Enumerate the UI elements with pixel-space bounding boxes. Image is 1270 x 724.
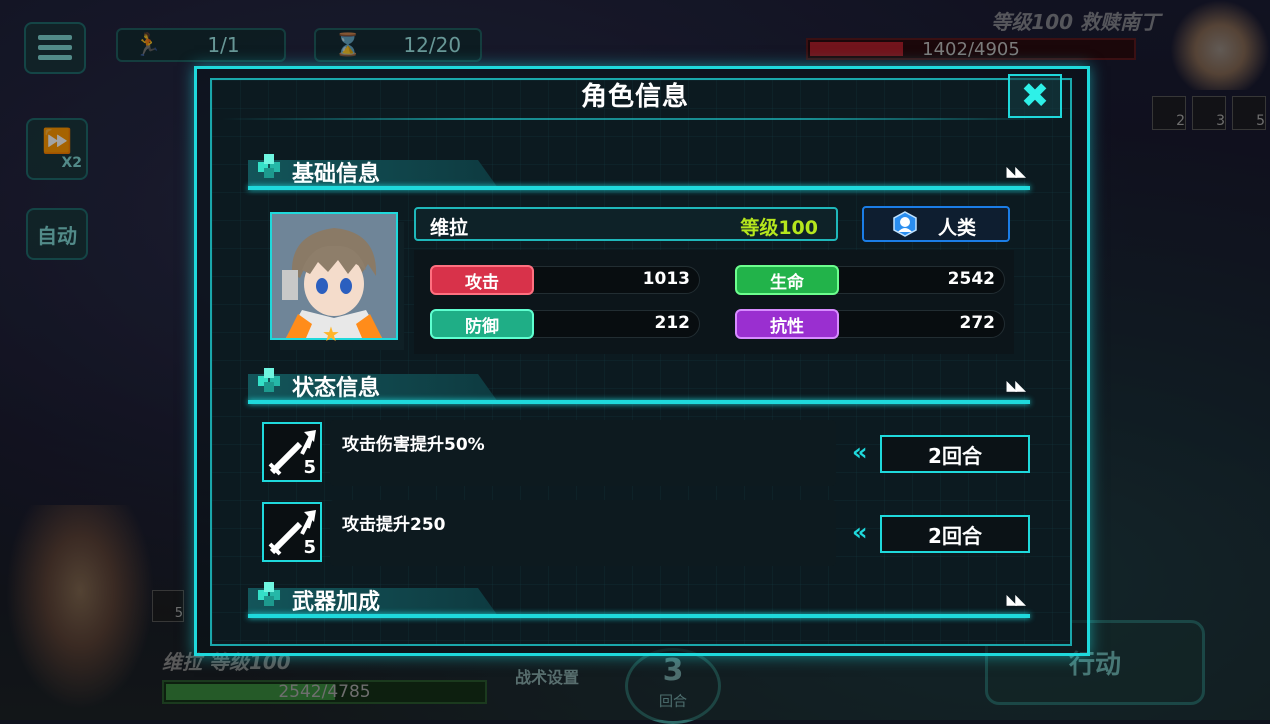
close-button[interactable]: ✖	[1008, 74, 1062, 118]
section-basic-info: 基础信息 ◣◣	[248, 150, 1030, 190]
stat-value: 2542	[947, 269, 995, 289]
human-race-icon	[893, 211, 917, 237]
stat-hp: 生命 2542	[735, 265, 1005, 295]
section-underline	[248, 400, 1030, 404]
section-underline	[248, 186, 1030, 190]
section-weapon-bonus: 武器加成 ◣◣	[248, 578, 1030, 618]
status-effect-row: 5 攻击提升250	[262, 500, 836, 566]
star-icon: ★	[322, 322, 340, 346]
character-name: 维拉	[430, 217, 469, 239]
cube-icon	[258, 368, 280, 392]
chevron-left-icon: «	[852, 438, 868, 466]
status-stack: 5	[303, 457, 316, 478]
status-description: 攻击提升250	[342, 515, 446, 535]
race-badge: 人类	[862, 206, 1010, 242]
section-title: 武器加成	[292, 590, 381, 615]
section-underline	[248, 614, 1030, 618]
status-duration: 2回合	[880, 515, 1030, 553]
status-duration: 2回合	[880, 435, 1030, 473]
section-decoration-icon: ◣◣	[1006, 592, 1025, 608]
stat-defense: 防御 212	[430, 309, 700, 339]
stat-value: 1013	[642, 269, 690, 289]
character-face-icon	[272, 214, 396, 338]
status-effect-row: 5 攻击伤害提升50%	[262, 420, 836, 486]
stat-attack: 攻击 1013	[430, 265, 700, 295]
section-decoration-icon: ◣◣	[1006, 164, 1025, 180]
section-decoration-icon: ◣◣	[1006, 378, 1025, 394]
title-divider	[222, 118, 1060, 120]
character-name-bar: 维拉 等级100	[414, 207, 838, 241]
character-level: 等级100	[740, 217, 818, 239]
stat-label: 抗性	[735, 309, 839, 339]
status-description: 攻击伤害提升50%	[342, 435, 485, 455]
stat-value: 212	[654, 313, 691, 333]
stat-label: 生命	[735, 265, 839, 295]
stat-value: 272	[959, 313, 996, 333]
section-status-info: 状态信息 ◣◣	[248, 364, 1030, 404]
status-panel: 攻击伤害提升50%	[330, 420, 836, 486]
race-label: 人类	[938, 217, 977, 239]
stat-label: 防御	[430, 309, 534, 339]
chevron-left-icon: «	[852, 518, 868, 546]
close-icon: ✖	[1020, 76, 1050, 116]
section-title: 基础信息	[292, 162, 381, 187]
sword-up-icon[interactable]: 5	[262, 422, 322, 482]
sword-up-icon[interactable]: 5	[262, 502, 322, 562]
dialog-title: 角色信息	[580, 82, 689, 112]
stat-resistance: 抗性 272	[735, 309, 1005, 339]
status-stack: 5	[303, 537, 316, 558]
character-portrait	[270, 212, 398, 340]
cube-icon	[258, 582, 280, 606]
stat-label: 攻击	[430, 265, 534, 295]
cube-icon	[258, 154, 280, 178]
section-title: 状态信息	[292, 376, 381, 401]
status-panel: 攻击提升250	[330, 500, 836, 566]
